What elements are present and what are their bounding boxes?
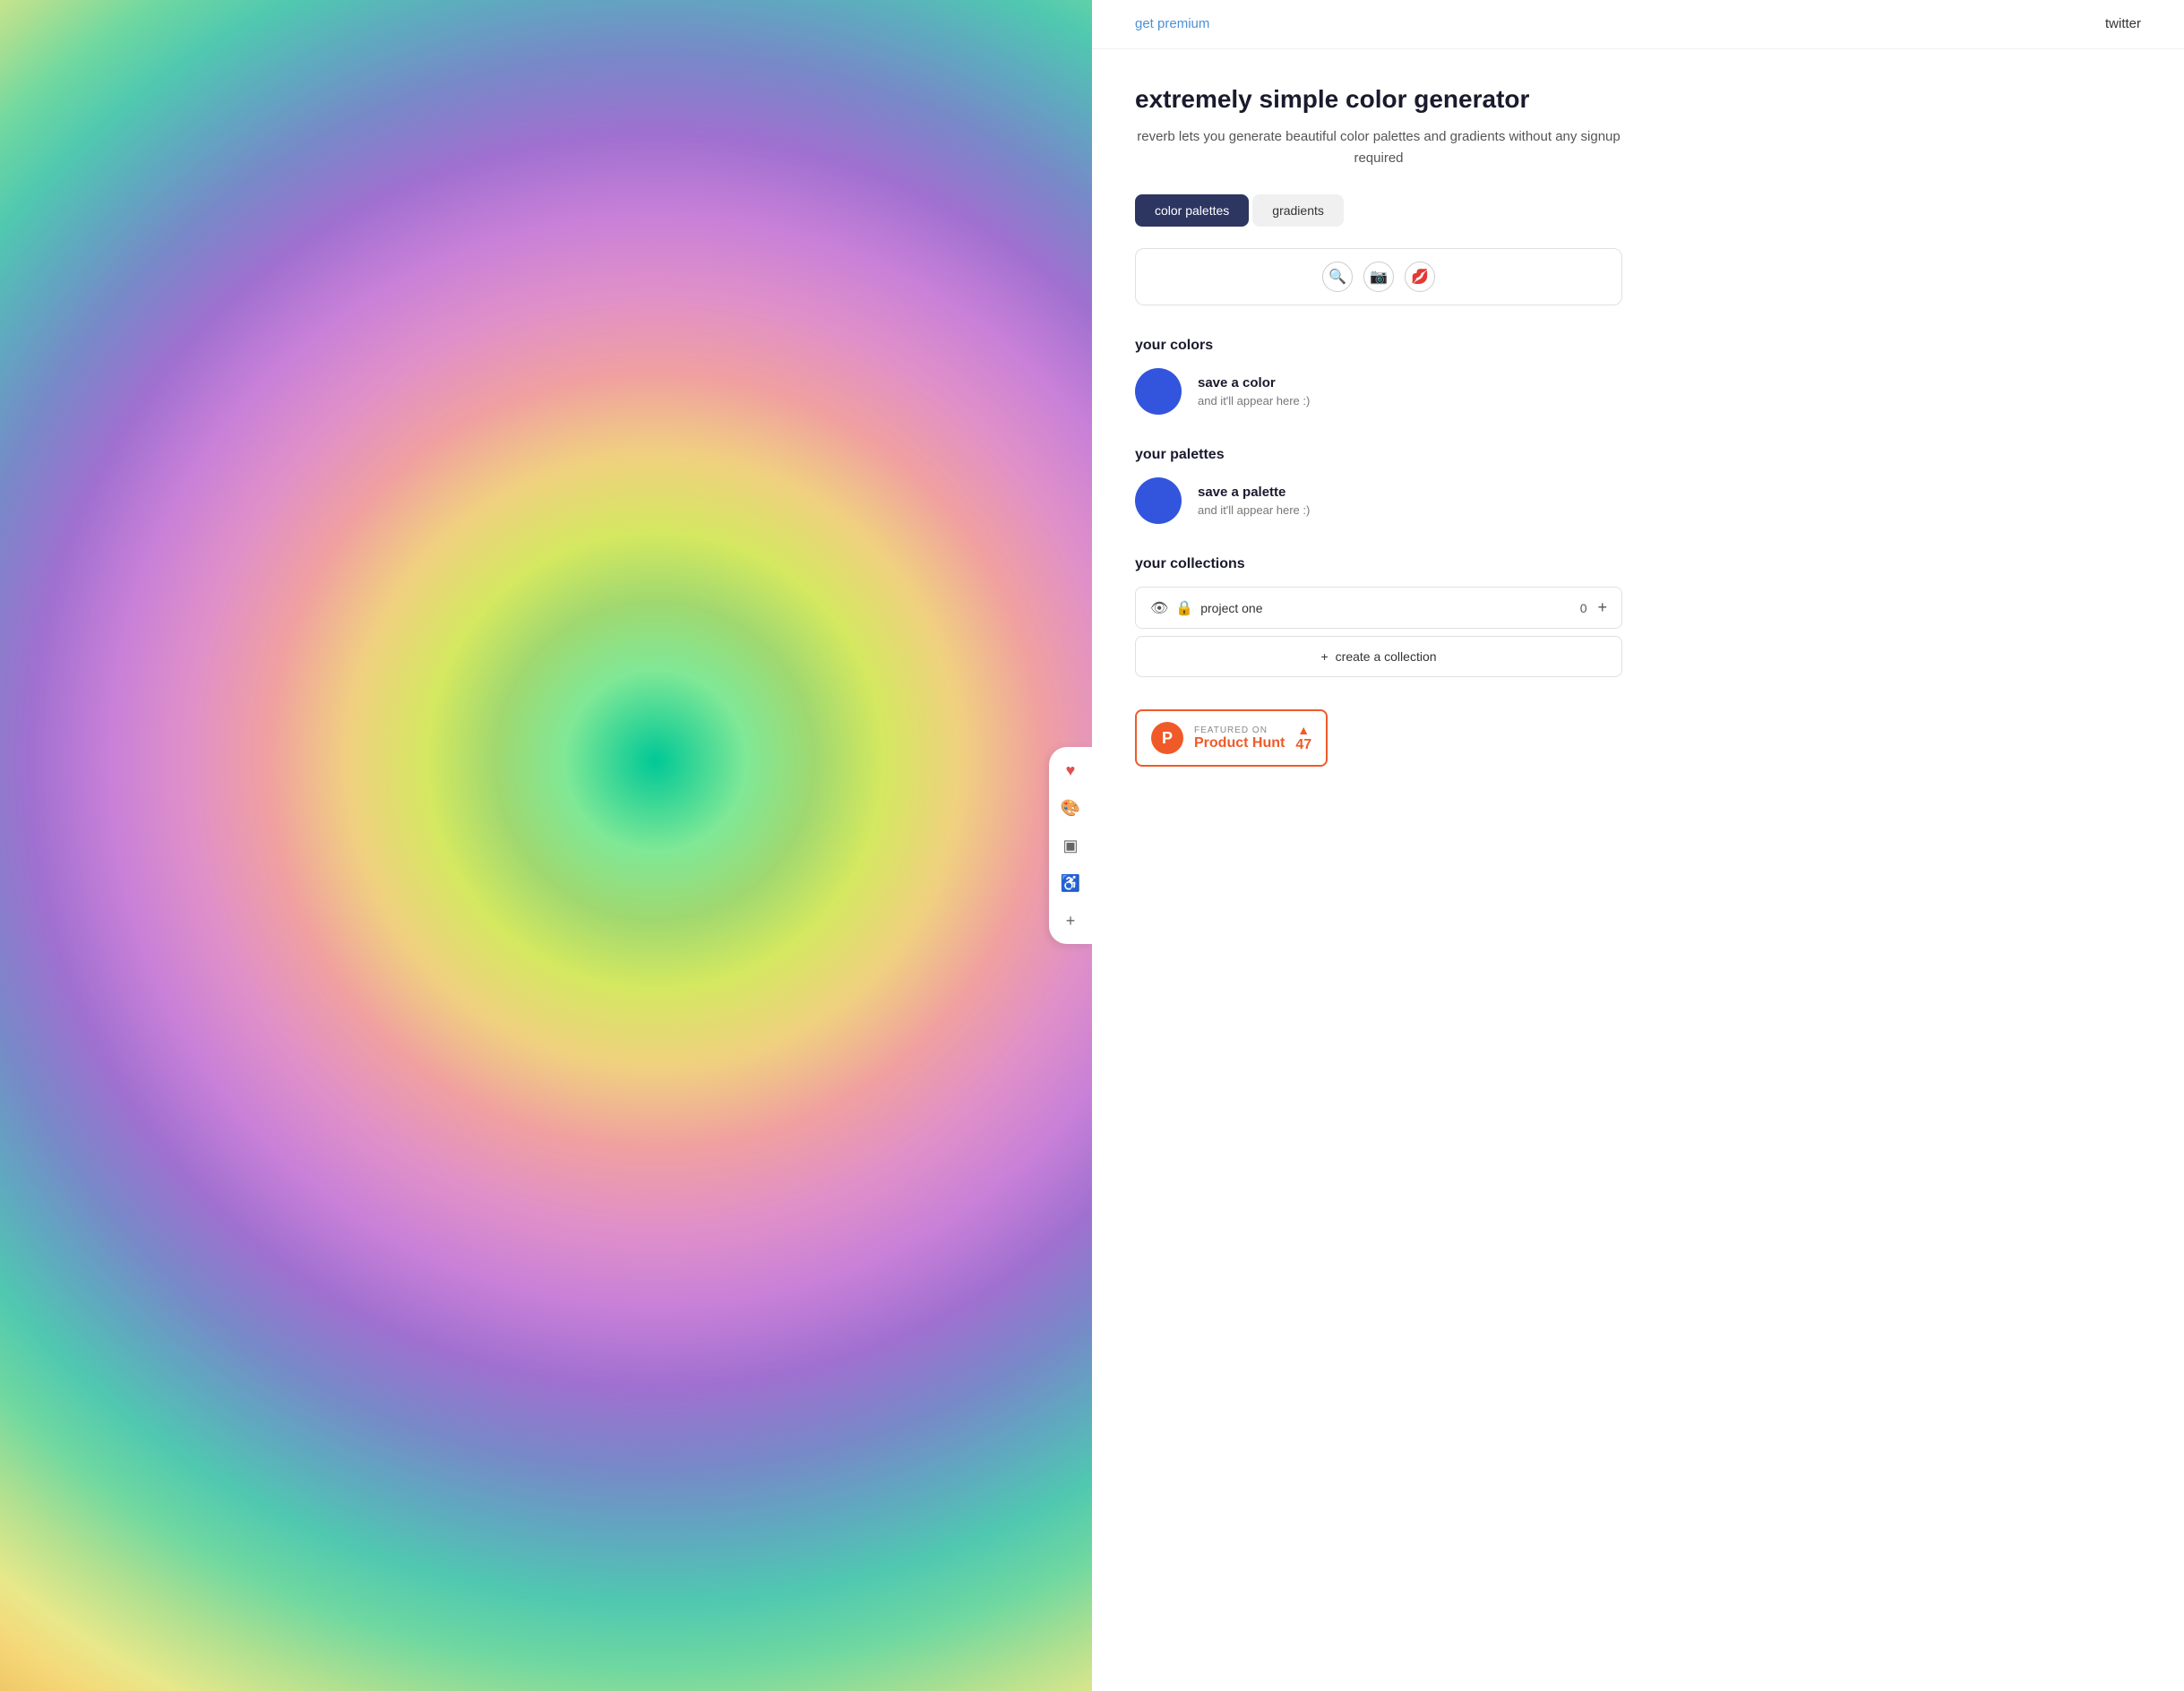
tab-color-palettes[interactable]: color palettes (1135, 194, 1249, 227)
collection-lock-icon: 🔒 (1175, 599, 1193, 617)
save-color-item: save a color and it'll appear here :) (1135, 368, 1622, 415)
product-hunt-text: FEATURED ON Product Hunt (1194, 725, 1285, 751)
save-palette-text: save a palette and it'll appear here :) (1198, 485, 1310, 517)
save-color-subtitle: and it'll appear here :) (1198, 394, 1310, 408)
get-premium-link[interactable]: get premium (1135, 16, 1209, 31)
collection-view-icon: 👁 (1150, 599, 1168, 617)
palette-circle-blue (1135, 477, 1182, 524)
palette-button[interactable]: 🎨 (1056, 794, 1085, 822)
sidebar-toolbar: ♥ 🎨 ▣ ♿ + (1049, 747, 1092, 944)
app-subtitle: reverb lets you generate beautiful color… (1135, 126, 1622, 169)
collection-button[interactable]: ▣ (1056, 831, 1085, 860)
twitter-link[interactable]: twitter (2105, 16, 2141, 31)
create-collection-label: create a collection (1336, 649, 1437, 664)
product-hunt-count: 47 (1295, 737, 1311, 753)
search-bar: 🔍 📷 💋 (1135, 248, 1622, 305)
camera-icon-button[interactable]: 📷 (1363, 262, 1394, 292)
dropper-icon-button[interactable]: 💋 (1405, 262, 1435, 292)
product-hunt-votes: ▲ 47 (1295, 723, 1311, 753)
your-collections-section: your collections 👁 🔒 project one 0 + + c… (1135, 556, 1622, 677)
product-hunt-name: Product Hunt (1194, 735, 1285, 751)
heart-button[interactable]: ♥ (1056, 756, 1085, 785)
create-collection-plus-icon: + (1320, 649, 1328, 664)
collection-name: project one (1200, 601, 1579, 615)
create-collection-button[interactable]: + create a collection (1135, 636, 1622, 677)
save-color-title: save a color (1198, 375, 1310, 391)
right-panel: get premium twitter extremely simple col… (1092, 0, 2184, 1691)
header: get premium twitter (1092, 0, 2184, 49)
search-icon-button[interactable]: 🔍 (1322, 262, 1353, 292)
product-hunt-logo-letter: P (1162, 729, 1173, 748)
your-collections-title: your collections (1135, 556, 1622, 572)
your-palettes-section: your palettes save a palette and it'll a… (1135, 447, 1622, 524)
app-title: extremely simple color generator (1135, 85, 1622, 114)
save-palette-title: save a palette (1198, 485, 1310, 500)
accessibility-button[interactable]: ♿ (1056, 869, 1085, 897)
header-right: twitter (2105, 16, 2141, 32)
save-palette-subtitle: and it'll appear here :) (1198, 503, 1310, 517)
gradient-background (0, 0, 1092, 1691)
product-hunt-arrow-icon: ▲ (1297, 723, 1310, 737)
save-palette-item: save a palette and it'll appear here :) (1135, 477, 1622, 524)
product-hunt-badge[interactable]: P FEATURED ON Product Hunt ▲ 47 (1135, 709, 1328, 767)
product-hunt-featured-label: FEATURED ON (1194, 725, 1285, 735)
add-button[interactable]: + (1056, 906, 1085, 935)
save-color-text: save a color and it'll appear here :) (1198, 375, 1310, 408)
your-colors-title: your colors (1135, 338, 1622, 354)
search-icon: 🔍 (1328, 268, 1346, 286)
tab-gradients[interactable]: gradients (1252, 194, 1344, 227)
product-hunt-logo: P (1151, 722, 1183, 754)
tabs: color palettes gradients (1135, 194, 1622, 227)
your-colors-section: your colors save a color and it'll appea… (1135, 338, 1622, 415)
main-content: extremely simple color generator reverb … (1092, 49, 1665, 803)
dropper-icon: 💋 (1411, 268, 1429, 286)
collection-item: 👁 🔒 project one 0 + (1135, 587, 1622, 629)
collection-count: 0 (1580, 601, 1587, 615)
camera-icon: 📷 (1370, 268, 1388, 286)
collection-add-button[interactable]: + (1597, 598, 1607, 617)
your-palettes-title: your palettes (1135, 447, 1622, 463)
header-left: get premium (1135, 16, 1209, 32)
gradient-panel: ♥ 🎨 ▣ ♿ + (0, 0, 1092, 1691)
color-circle-blue (1135, 368, 1182, 415)
